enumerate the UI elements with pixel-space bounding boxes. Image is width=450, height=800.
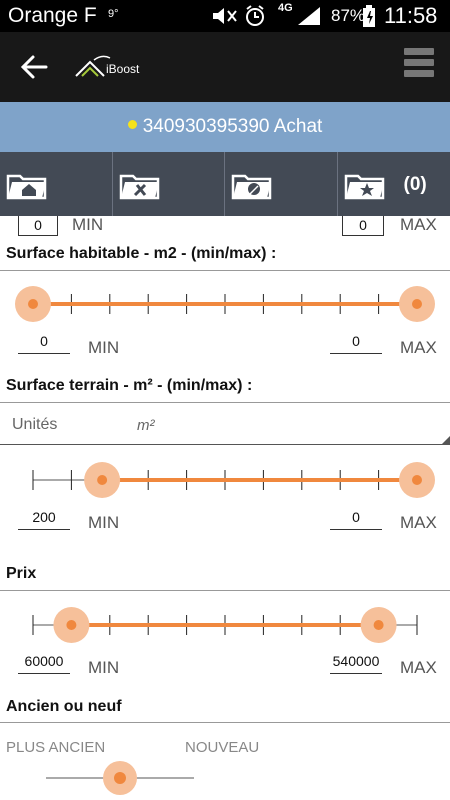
- hamburger-menu-icon[interactable]: [404, 48, 434, 84]
- divider: [0, 270, 450, 271]
- previous-min-label: MIN: [72, 216, 104, 234]
- divider: [0, 402, 450, 403]
- slider-max-handle[interactable]: [399, 462, 435, 498]
- units-label: Unités: [12, 416, 58, 433]
- prix-max-input[interactable]: 540000: [330, 650, 382, 674]
- surface-habitable-max-input[interactable]: 0: [330, 330, 382, 354]
- carrier-label: Orange F: [8, 4, 97, 27]
- prix-min-label: MIN: [88, 658, 120, 677]
- previous-min-input[interactable]: 0: [18, 216, 58, 236]
- tab-folder-house[interactable]: [0, 152, 113, 216]
- surface-habitable-max-label: MAX: [400, 338, 437, 357]
- surface-habitable-title: Surface habitable - m2 - (min/max) :: [6, 245, 277, 262]
- status-dot: [127, 120, 137, 130]
- surface-terrain-title: Surface terrain - m² - (min/max) :: [6, 377, 253, 394]
- battery-percent: 87%: [331, 6, 366, 25]
- app-bar: iBoost: [0, 32, 450, 102]
- previous-max-input[interactable]: 0: [342, 216, 384, 236]
- divider: [0, 722, 450, 723]
- folder-house-icon: [6, 174, 47, 200]
- signal-icon: [298, 7, 320, 25]
- prix-min-input[interactable]: 60000: [18, 650, 70, 674]
- age-slider-handle[interactable]: [103, 761, 137, 795]
- slider-min-handle[interactable]: [84, 462, 121, 498]
- divider: [0, 590, 450, 591]
- network-type-label: 4G: [278, 2, 293, 14]
- slider-min-handle[interactable]: [15, 286, 51, 322]
- back-arrow-icon[interactable]: [18, 52, 50, 82]
- alarm-icon: [246, 5, 264, 26]
- prix-max-label: MAX: [400, 658, 437, 677]
- ancien-neuf-slider[interactable]: [0, 760, 450, 796]
- divider: [0, 444, 450, 445]
- prix-slider[interactable]: [0, 601, 450, 649]
- dropdown-corner-icon: [442, 436, 450, 444]
- surface-terrain-min-input[interactable]: 200: [18, 506, 70, 530]
- surface-terrain-max-label: MAX: [400, 513, 437, 532]
- clock: 11:58: [384, 3, 438, 28]
- surface-terrain-slider[interactable]: [0, 456, 450, 504]
- tab-folder-tools[interactable]: [113, 152, 225, 216]
- favorites-count: (0): [403, 174, 427, 195]
- tab-bar: (0): [0, 152, 450, 216]
- surface-habitable-min-label: MIN: [88, 338, 120, 357]
- status-bar: Orange F 9° 4G 87% 11:58: [0, 0, 450, 32]
- ancien-neuf-title: Ancien ou neuf: [6, 698, 122, 715]
- temperature-label: 9°: [108, 8, 119, 20]
- tab-folder-pin[interactable]: [225, 152, 338, 216]
- app-screen: Orange F 9° 4G 87% 11:58 iBoost 34093039…: [0, 0, 450, 800]
- mute-icon: [213, 8, 237, 24]
- prix-title: Prix: [6, 565, 37, 582]
- folder-star-icon: [344, 174, 384, 200]
- surface-terrain-max-input[interactable]: 0: [330, 506, 382, 530]
- surface-terrain-min-label: MIN: [88, 513, 120, 532]
- slider-max-handle[interactable]: [360, 607, 397, 643]
- plus-ancien-label: PLUS ANCIEN: [6, 739, 106, 756]
- property-banner: 340930395390 Achat: [0, 102, 450, 152]
- units-select[interactable]: m²: [137, 417, 155, 434]
- nouveau-label: NOUVEAU: [185, 739, 260, 756]
- folder-pin-icon: [231, 174, 272, 200]
- folder-tools-icon: [119, 174, 159, 200]
- slider-max-handle[interactable]: [399, 286, 435, 322]
- banner-text: 340930395390 Achat: [142, 116, 323, 137]
- surface-habitable-min-input[interactable]: 0: [18, 330, 70, 354]
- search-form: 0 MIN 0 MAX Surface habitable - m2 - (mi…: [0, 216, 450, 800]
- slider-min-handle[interactable]: [53, 607, 90, 643]
- battery-icon: [363, 5, 375, 27]
- logo-text: iBoost: [106, 62, 140, 76]
- tab-folder-star[interactable]: (0): [338, 152, 450, 216]
- surface-habitable-slider[interactable]: [0, 280, 450, 328]
- previous-max-label: MAX: [400, 216, 437, 234]
